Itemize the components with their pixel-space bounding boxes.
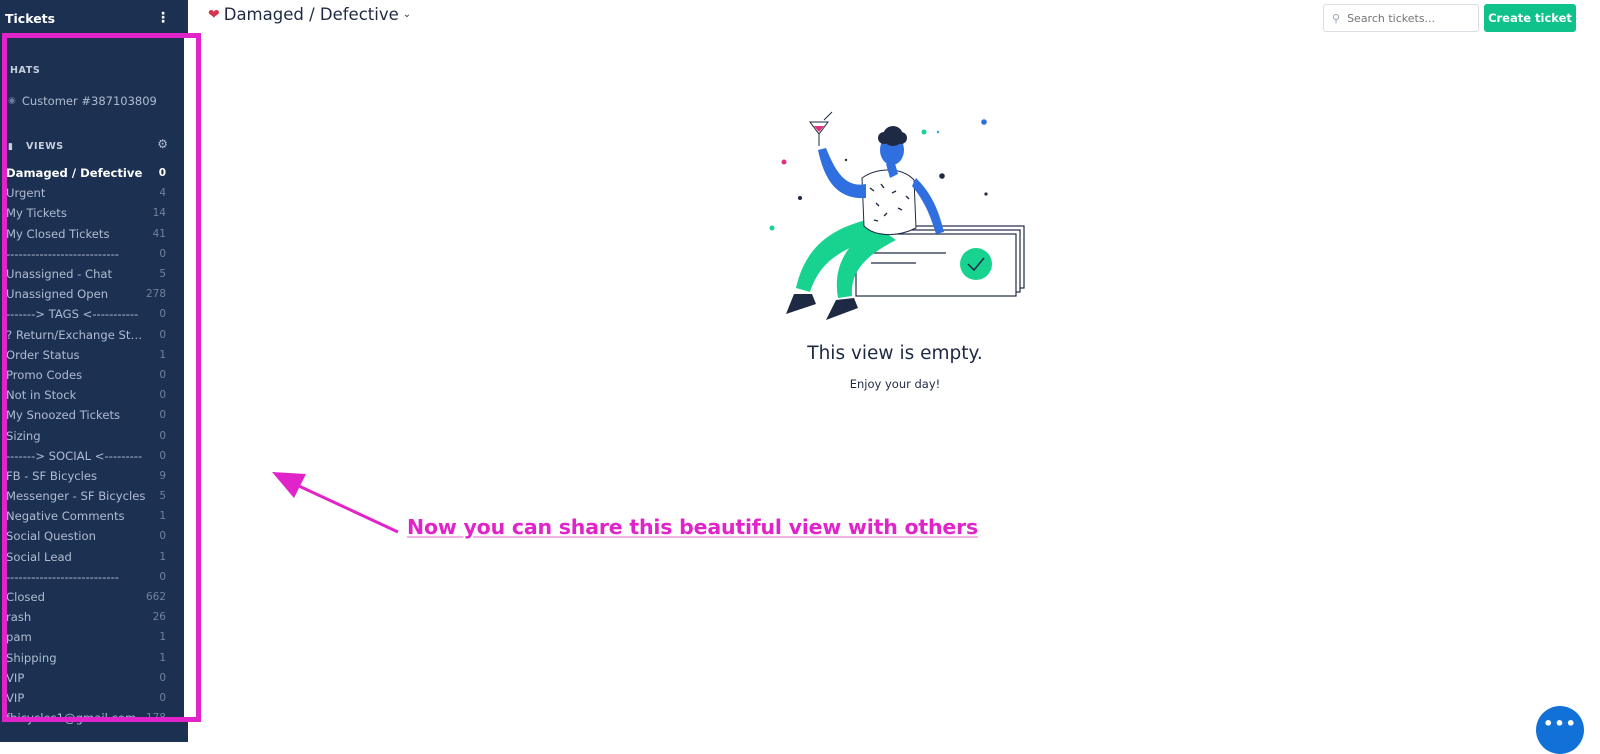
view-title: Damaged / Defective	[223, 5, 399, 24]
annotation-arrow-icon	[272, 472, 399, 534]
chevron-down-icon: ⌄	[402, 9, 412, 20]
empty-state-title: This view is empty.	[807, 343, 983, 364]
chat-dots-icon: •••	[1543, 714, 1577, 733]
create-ticket-button[interactable]: Create ticket	[1484, 4, 1576, 32]
sidebar-title: Tickets	[5, 10, 56, 26]
search-input[interactable]	[1347, 11, 1468, 25]
search-icon: ⚲	[1332, 11, 1341, 25]
annotation-text: Now you can share this beautiful view wi…	[407, 515, 979, 539]
broken-heart-icon: ❤	[208, 6, 220, 23]
view-title-dropdown[interactable]: ❤ Damaged / Defective ⌄	[208, 5, 411, 24]
kebab-icon[interactable]: ⋮	[156, 11, 170, 25]
chat-widget-button[interactable]: •••	[1536, 706, 1584, 754]
sidebar-header: Tickets ⋮	[0, 0, 188, 36]
empty-state-illustration	[769, 111, 1025, 320]
search-box[interactable]: ⚲	[1323, 4, 1479, 32]
empty-state-subtitle: Enjoy your day!	[849, 377, 941, 391]
highlight-box	[2, 33, 201, 722]
